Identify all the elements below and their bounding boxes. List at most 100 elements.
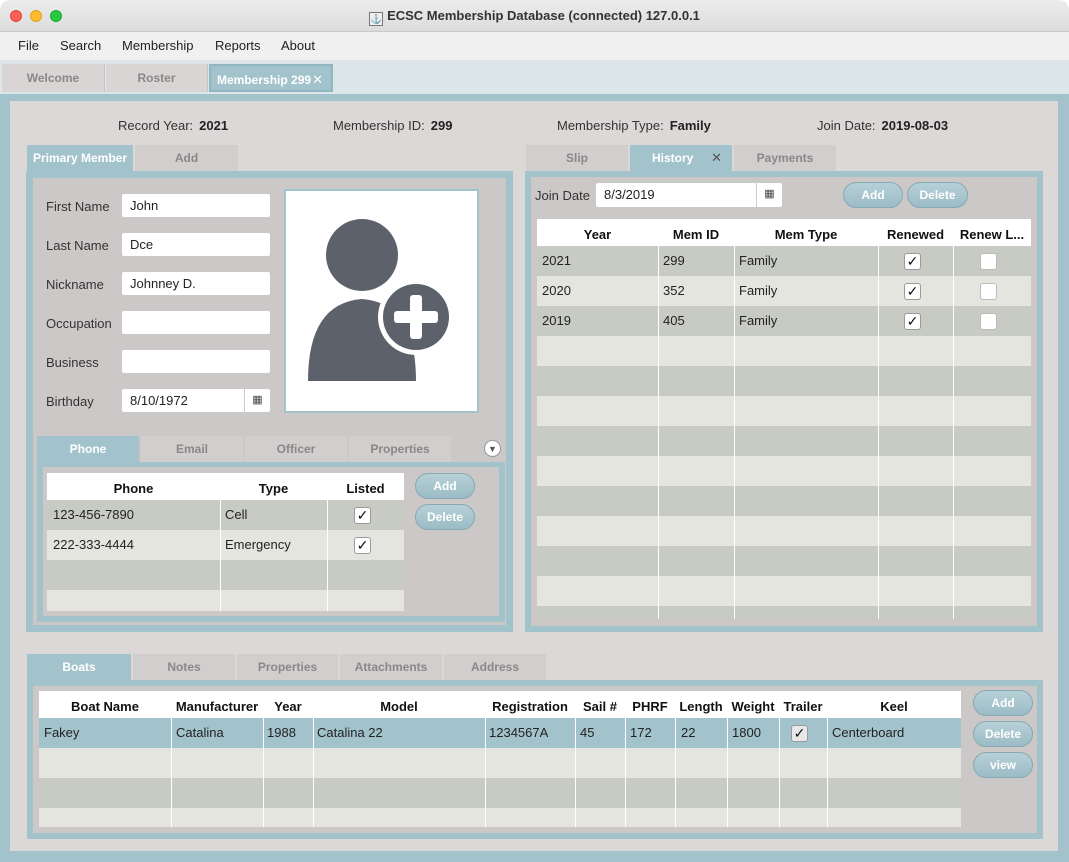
business-field[interactable] — [121, 349, 271, 374]
menu-membership[interactable]: Membership — [122, 38, 194, 53]
calendar-icon[interactable]: ▦ — [244, 389, 270, 414]
manufacturer-column-header[interactable]: Manufacturer — [171, 699, 263, 714]
table-row[interactable] — [537, 336, 1031, 366]
table-row[interactable] — [39, 808, 961, 827]
renew-late-column-header[interactable]: Renew L... — [953, 227, 1031, 242]
menu-about[interactable]: About — [281, 38, 315, 53]
close-icon[interactable]: ✕ — [312, 66, 323, 94]
column-divider — [171, 718, 172, 827]
table-row[interactable]: 2021 299 Family ✓ — [537, 246, 1031, 276]
chevron-down-icon[interactable]: ▼ — [484, 440, 501, 457]
tab-email[interactable]: Email — [141, 436, 243, 462]
tab-add-member[interactable]: Add — [135, 145, 238, 171]
menu-search[interactable]: Search — [60, 38, 101, 53]
add-phone-button[interactable]: Add — [415, 473, 475, 499]
add-boat-button[interactable]: Add — [973, 690, 1033, 716]
registration-column-header[interactable]: Registration — [485, 699, 575, 714]
tab-primary-member[interactable]: Primary Member — [27, 145, 133, 171]
add-history-button[interactable]: Add — [843, 182, 903, 208]
sail-column-header[interactable]: Sail # — [575, 699, 625, 714]
mem-id-cell: 352 — [663, 283, 685, 298]
calendar-icon[interactable]: ▦ — [756, 183, 782, 208]
keel-column-header[interactable]: Keel — [827, 699, 961, 714]
mem-id-column-header[interactable]: Mem ID — [658, 227, 734, 242]
table-row[interactable]: 222-333-4444 Emergency ✓ — [47, 530, 404, 560]
manufacturer-cell: Catalina — [176, 725, 224, 740]
table-row[interactable]: 123-456-7890 Cell ✓ — [47, 500, 404, 530]
mem-type-column-header[interactable]: Mem Type — [734, 227, 878, 242]
history-join-date-field[interactable]: 8/3/2019 ▦ — [595, 182, 783, 208]
year-cell: 2021 — [542, 253, 571, 268]
occupation-field[interactable] — [121, 310, 271, 335]
column-divider — [658, 246, 659, 619]
delete-history-button[interactable]: Delete — [907, 182, 968, 208]
tab-attachments[interactable]: Attachments — [340, 654, 442, 680]
tab-slip[interactable]: Slip — [526, 145, 628, 171]
phone-cell: 123-456-7890 — [53, 507, 134, 522]
close-icon[interactable]: ✕ — [711, 145, 722, 171]
table-row[interactable]: 2019 405 Family ✓ — [537, 306, 1031, 336]
table-row[interactable] — [39, 748, 961, 778]
table-row[interactable] — [537, 366, 1031, 396]
tab-boat-properties[interactable]: Properties — [237, 654, 338, 680]
tab-boats[interactable]: Boats — [27, 654, 131, 680]
table-row[interactable] — [537, 606, 1031, 619]
member-photo[interactable] — [284, 189, 479, 413]
listed-column-header[interactable]: Listed — [327, 481, 404, 496]
table-row[interactable] — [537, 486, 1031, 516]
table-row[interactable] — [537, 516, 1031, 546]
renewed-column-header[interactable]: Renewed — [878, 227, 953, 242]
birthday-field[interactable]: 8/10/1972 ▦ — [121, 388, 271, 414]
year-column-header[interactable]: Year — [263, 699, 313, 714]
tab-phone[interactable]: Phone — [37, 436, 139, 462]
tab-properties[interactable]: Properties — [349, 436, 451, 462]
phone-column-header[interactable]: Phone — [47, 481, 220, 496]
table-row[interactable] — [537, 396, 1031, 426]
table-row[interactable] — [47, 590, 404, 611]
table-row[interactable] — [537, 426, 1031, 456]
menu-file[interactable]: File — [18, 38, 39, 53]
renew-late-checkbox[interactable] — [980, 253, 997, 270]
menu-reports[interactable]: Reports — [215, 38, 261, 53]
boats-table: Boat Name Manufacturer Year Model Regist… — [39, 691, 961, 827]
year-column-header[interactable]: Year — [537, 227, 658, 242]
delete-boat-button[interactable]: Delete — [973, 721, 1033, 747]
phrf-column-header[interactable]: PHRF — [625, 699, 675, 714]
length-column-header[interactable]: Length — [675, 699, 727, 714]
weight-column-header[interactable]: Weight — [727, 699, 779, 714]
listed-checkbox[interactable]: ✓ — [354, 507, 371, 524]
last-name-field[interactable]: Dce — [121, 232, 271, 257]
type-column-header[interactable]: Type — [220, 481, 327, 496]
table-row[interactable] — [39, 778, 961, 808]
table-row[interactable] — [47, 560, 404, 590]
renewed-checkbox[interactable]: ✓ — [904, 253, 921, 270]
trailer-column-header[interactable]: Trailer — [779, 699, 827, 714]
view-boat-button[interactable]: view — [973, 752, 1033, 778]
tab-payments[interactable]: Payments — [734, 145, 836, 171]
renew-late-checkbox[interactable] — [980, 313, 997, 330]
renewed-checkbox[interactable]: ✓ — [904, 283, 921, 300]
table-row[interactable] — [537, 576, 1031, 606]
table-row[interactable] — [537, 456, 1031, 486]
delete-phone-button[interactable]: Delete — [415, 504, 475, 530]
first-name-field[interactable]: John — [121, 193, 271, 218]
table-row[interactable]: 2020 352 Family ✓ — [537, 276, 1031, 306]
tab-welcome[interactable]: Welcome — [2, 64, 105, 92]
column-divider — [727, 718, 728, 827]
boat-name-column-header[interactable]: Boat Name — [39, 699, 171, 714]
tab-officer[interactable]: Officer — [245, 436, 347, 462]
renew-late-checkbox[interactable] — [980, 283, 997, 300]
tab-address[interactable]: Address — [444, 654, 546, 680]
table-row-selected[interactable]: Fakey Catalina 1988 Catalina 22 1234567A… — [39, 718, 961, 748]
tab-roster[interactable]: Roster — [106, 64, 208, 92]
model-column-header[interactable]: Model — [313, 699, 485, 714]
trailer-checkbox[interactable]: ✓ — [791, 725, 808, 742]
tab-history[interactable]: History ✕ — [630, 145, 732, 171]
renewed-checkbox[interactable]: ✓ — [904, 313, 921, 330]
table-row[interactable] — [537, 546, 1031, 576]
tab-membership-299[interactable]: Membership 299 ✕ — [209, 64, 333, 92]
tab-notes[interactable]: Notes — [133, 654, 235, 680]
first-name-label: First Name — [46, 199, 110, 214]
nickname-field[interactable]: Johnney D. — [121, 271, 271, 296]
listed-checkbox[interactable]: ✓ — [354, 537, 371, 554]
